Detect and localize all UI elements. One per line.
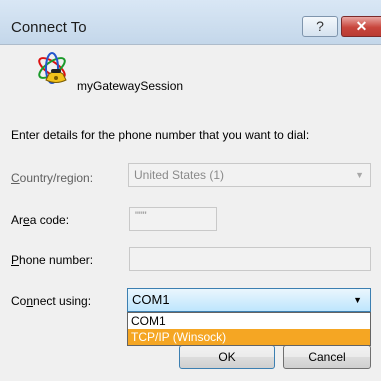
- connect-to-dialog: Connect To ? ✕ myGatewaySession Enter de…: [0, 0, 381, 381]
- cancel-button[interactable]: Cancel: [283, 345, 371, 369]
- connect-using-value: COM1: [132, 292, 170, 307]
- connect-using-select[interactable]: COM1 ▼: [127, 288, 371, 312]
- close-button[interactable]: ✕: [341, 16, 381, 37]
- ok-button[interactable]: OK: [179, 345, 275, 369]
- connect-using-label: Connect using:: [11, 294, 92, 308]
- country-region-select[interactable]: United States (1) ▼: [128, 163, 371, 187]
- connect-using-dropdown-list: COM1 TCP/IP (Winsock): [127, 312, 371, 346]
- phone-number-label: Phone number:: [11, 253, 94, 267]
- instructions-text: Enter details for the phone number that …: [11, 128, 310, 142]
- dropdown-option-com1[interactable]: COM1: [128, 313, 370, 329]
- phone-globe-icon: [38, 52, 67, 84]
- area-code-field[interactable]: """: [129, 207, 217, 231]
- chevron-down-icon: ▼: [355, 170, 364, 180]
- help-button[interactable]: ?: [302, 16, 338, 37]
- dropdown-option-tcpip-winsock[interactable]: TCP/IP (Winsock): [128, 329, 370, 345]
- dialog-body: myGatewaySession Enter details for the p…: [0, 44, 381, 381]
- country-region-value: United States (1): [134, 168, 225, 182]
- session-name: myGatewaySession: [77, 79, 184, 93]
- title-bar[interactable]: Connect To ? ✕: [0, 0, 381, 44]
- dialog-title: Connect To: [11, 19, 87, 36]
- country-region-label: Country/region:: [11, 171, 94, 185]
- chevron-down-icon: ▼: [353, 295, 362, 305]
- phone-number-field[interactable]: [129, 247, 371, 271]
- area-code-label: Area code:: [11, 213, 70, 227]
